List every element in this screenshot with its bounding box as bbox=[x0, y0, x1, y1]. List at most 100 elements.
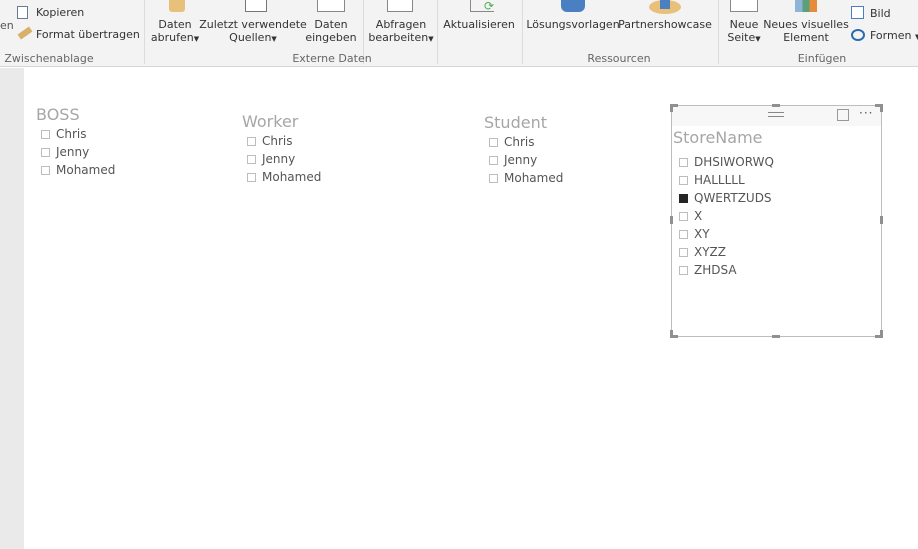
copy-button[interactable]: Kopieren bbox=[36, 6, 84, 19]
slicer-item[interactable]: Chris bbox=[247, 132, 321, 150]
refresh-button[interactable]: Aktualisieren bbox=[443, 18, 515, 31]
partner-showcase-button[interactable]: Partnershowcase bbox=[618, 18, 712, 31]
label: QWERTZUDS bbox=[694, 191, 772, 205]
slicer-item[interactable]: Chris bbox=[489, 133, 563, 151]
slicer-item[interactable]: Jenny bbox=[41, 143, 115, 161]
new-page-icon bbox=[730, 0, 758, 12]
label: Partnershowcase bbox=[618, 18, 712, 31]
caret-down-icon: ▼ bbox=[428, 35, 434, 43]
get-data-button[interactable]: Daten abrufen▼ bbox=[151, 18, 199, 46]
label: Chris bbox=[262, 134, 293, 148]
label: Chris bbox=[56, 127, 87, 141]
checkbox[interactable] bbox=[679, 229, 688, 239]
new-visual-button[interactable]: Neues visuelles Element bbox=[763, 18, 849, 44]
new-visual-icon bbox=[795, 0, 817, 12]
checkbox[interactable] bbox=[679, 247, 688, 257]
slicer-title: BOSS bbox=[36, 105, 80, 124]
slicer-title: Worker bbox=[242, 112, 299, 131]
page-navigation-strip bbox=[0, 68, 24, 549]
label: Formen bbox=[870, 29, 912, 42]
label: Mohamed bbox=[56, 163, 116, 177]
checkbox[interactable] bbox=[679, 193, 688, 203]
copy-icon bbox=[17, 6, 28, 19]
checkbox[interactable] bbox=[489, 155, 498, 165]
puzzle-icon bbox=[561, 0, 585, 12]
label: Jenny bbox=[262, 152, 296, 166]
checkbox[interactable] bbox=[679, 211, 688, 221]
label: ZHDSA bbox=[694, 263, 737, 277]
checkbox[interactable] bbox=[41, 147, 50, 157]
group-label-external-data: Externe Daten bbox=[292, 52, 372, 65]
checkbox[interactable] bbox=[41, 129, 50, 139]
format-painter-button[interactable]: Format übertragen bbox=[36, 28, 140, 41]
label: Aktualisieren bbox=[443, 18, 515, 31]
image-icon bbox=[851, 6, 864, 19]
database-icon bbox=[169, 0, 185, 12]
format-painter-icon bbox=[17, 26, 33, 40]
slicer-storename[interactable]: ··· StoreName DHSIWORWQ HALLLLL QWERTZUDS X… bbox=[670, 104, 883, 338]
label: Chris bbox=[504, 135, 535, 149]
slicer-boss: BOSS Chris Jenny Mohamed bbox=[36, 105, 115, 179]
label: Element bbox=[783, 31, 829, 44]
slicer-item[interactable]: Chris bbox=[41, 125, 115, 143]
group-label-clipboard: Zwischenablage bbox=[4, 52, 94, 65]
slicer-item[interactable]: QWERTZUDS bbox=[679, 189, 774, 207]
checkbox[interactable] bbox=[41, 165, 50, 175]
label: Daten bbox=[158, 18, 192, 31]
group-label-insert: Einfügen bbox=[797, 52, 847, 65]
slicer-item[interactable]: X bbox=[679, 207, 774, 225]
drag-handle-icon[interactable] bbox=[768, 112, 784, 117]
shapes-icon bbox=[851, 29, 865, 41]
checkbox[interactable] bbox=[247, 172, 256, 182]
label: Quellen bbox=[229, 31, 272, 44]
checkbox[interactable] bbox=[679, 157, 688, 167]
slicer-student: Student Chris Jenny Mohamed bbox=[484, 113, 563, 187]
checkbox[interactable] bbox=[247, 136, 256, 146]
label: Mohamed bbox=[262, 170, 322, 184]
checkbox[interactable] bbox=[247, 154, 256, 164]
separator bbox=[718, 0, 719, 64]
caret-down-icon: ▼ bbox=[271, 35, 277, 43]
checkbox[interactable] bbox=[679, 175, 688, 185]
slicer-item[interactable]: XYZZ bbox=[679, 243, 774, 261]
new-page-button[interactable]: Neue Seite▼ bbox=[727, 18, 760, 46]
edit-queries-button[interactable]: Abfragen bearbeiten▼ bbox=[368, 18, 433, 46]
edit-queries-icon bbox=[387, 0, 413, 12]
slicer-item[interactable]: DHSIWORWQ bbox=[679, 153, 774, 171]
slicer-item[interactable]: HALLLLL bbox=[679, 171, 774, 189]
slicer-item[interactable]: Mohamed bbox=[41, 161, 115, 179]
refresh-icon: ⟳ bbox=[470, 0, 494, 12]
enter-data-button[interactable]: Daten eingeben bbox=[305, 18, 356, 44]
slicer-item[interactable]: XY bbox=[679, 225, 774, 243]
label: XYZZ bbox=[694, 245, 726, 259]
label: Daten bbox=[314, 18, 348, 31]
label: bearbeiten bbox=[368, 31, 429, 44]
slicer-title: Student bbox=[484, 113, 547, 132]
ribbon: en Kopieren Format übertragen Zwischenab… bbox=[0, 0, 918, 67]
more-options-icon[interactable]: ··· bbox=[859, 106, 873, 120]
checkbox[interactable] bbox=[679, 265, 688, 275]
slicer-item[interactable]: Mohamed bbox=[247, 168, 321, 186]
label: Neue bbox=[729, 18, 759, 31]
slicer-title: StoreName bbox=[673, 128, 763, 147]
recent-sources-button[interactable]: Zuletzt verwendete Quellen▼ bbox=[199, 18, 307, 46]
slicer-item[interactable]: ZHDSA bbox=[679, 261, 774, 279]
label: HALLLLL bbox=[694, 173, 745, 187]
focus-mode-icon[interactable] bbox=[837, 109, 849, 121]
label: eingeben bbox=[305, 31, 357, 44]
slicer-item[interactable]: Mohamed bbox=[489, 169, 563, 187]
slicer-item[interactable]: Jenny bbox=[489, 151, 563, 169]
paste-button-partial[interactable]: en bbox=[0, 19, 14, 32]
checkbox[interactable] bbox=[489, 173, 498, 183]
image-button[interactable]: Bild bbox=[870, 7, 891, 20]
label: DHSIWORWQ bbox=[694, 155, 774, 169]
label: Neues visuelles bbox=[763, 18, 849, 31]
solution-templates-button[interactable]: Lösungsvorlagen bbox=[526, 18, 619, 31]
label: Jenny bbox=[56, 145, 90, 159]
checkbox[interactable] bbox=[489, 137, 498, 147]
separator bbox=[144, 0, 145, 64]
slicer-item[interactable]: Jenny bbox=[247, 150, 321, 168]
group-label-resources: Ressourcen bbox=[587, 52, 651, 65]
shapes-button[interactable]: Formen ▼ bbox=[870, 29, 918, 42]
label: X bbox=[694, 209, 703, 223]
